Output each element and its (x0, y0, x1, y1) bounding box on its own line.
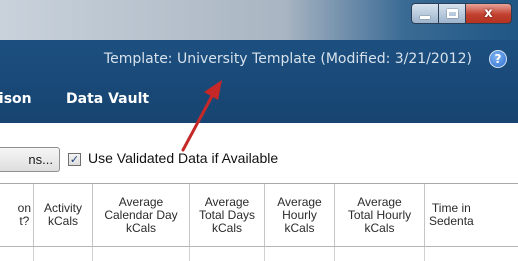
data-table: on t? Activity kCals Average Calendar Da… (0, 183, 518, 261)
use-validated-data-checkbox[interactable]: ✓ (68, 153, 81, 166)
maximize-icon (446, 9, 458, 18)
minimize-button[interactable] (411, 3, 438, 24)
table-cell (0, 247, 34, 261)
column-header[interactable]: Average Hourly kCals (265, 184, 335, 246)
close-icon: x (484, 6, 493, 21)
close-button[interactable]: x (465, 3, 512, 24)
minimize-icon (420, 16, 430, 19)
column-header[interactable]: on t? (0, 184, 34, 246)
checkmark-icon: ✓ (69, 153, 80, 166)
template-info-label: Template: University Template (Modified:… (103, 51, 472, 67)
window-title-bar: x (0, 0, 518, 40)
help-icon[interactable]: ? (489, 50, 507, 68)
window-controls: x (411, 3, 512, 24)
column-header[interactable]: Average Calendar Day kCals (93, 184, 190, 246)
table-cell (34, 247, 93, 261)
options-button[interactable]: ns... (0, 147, 60, 172)
table-cell (190, 247, 265, 261)
column-header[interactable]: Average Total Hourly kCals (335, 184, 425, 246)
menu-item-data-vault[interactable]: Data Vault (66, 91, 149, 107)
table-cell (93, 247, 190, 261)
maximize-button[interactable] (438, 3, 465, 24)
menu-item-comparison[interactable]: rison (0, 91, 32, 107)
app-header: Template: University Template (Modified:… (0, 40, 518, 123)
column-header[interactable]: Activity kCals (34, 184, 93, 246)
options-row: ns... ✓ Use Validated Data if Available (0, 123, 518, 178)
column-header[interactable]: Average Total Days kCals (190, 184, 265, 246)
use-validated-data-label: Use Validated Data if Available (88, 150, 279, 166)
table-cell (335, 247, 425, 261)
column-header[interactable]: Time in Sedenta (425, 184, 518, 246)
table-cell (265, 247, 335, 261)
